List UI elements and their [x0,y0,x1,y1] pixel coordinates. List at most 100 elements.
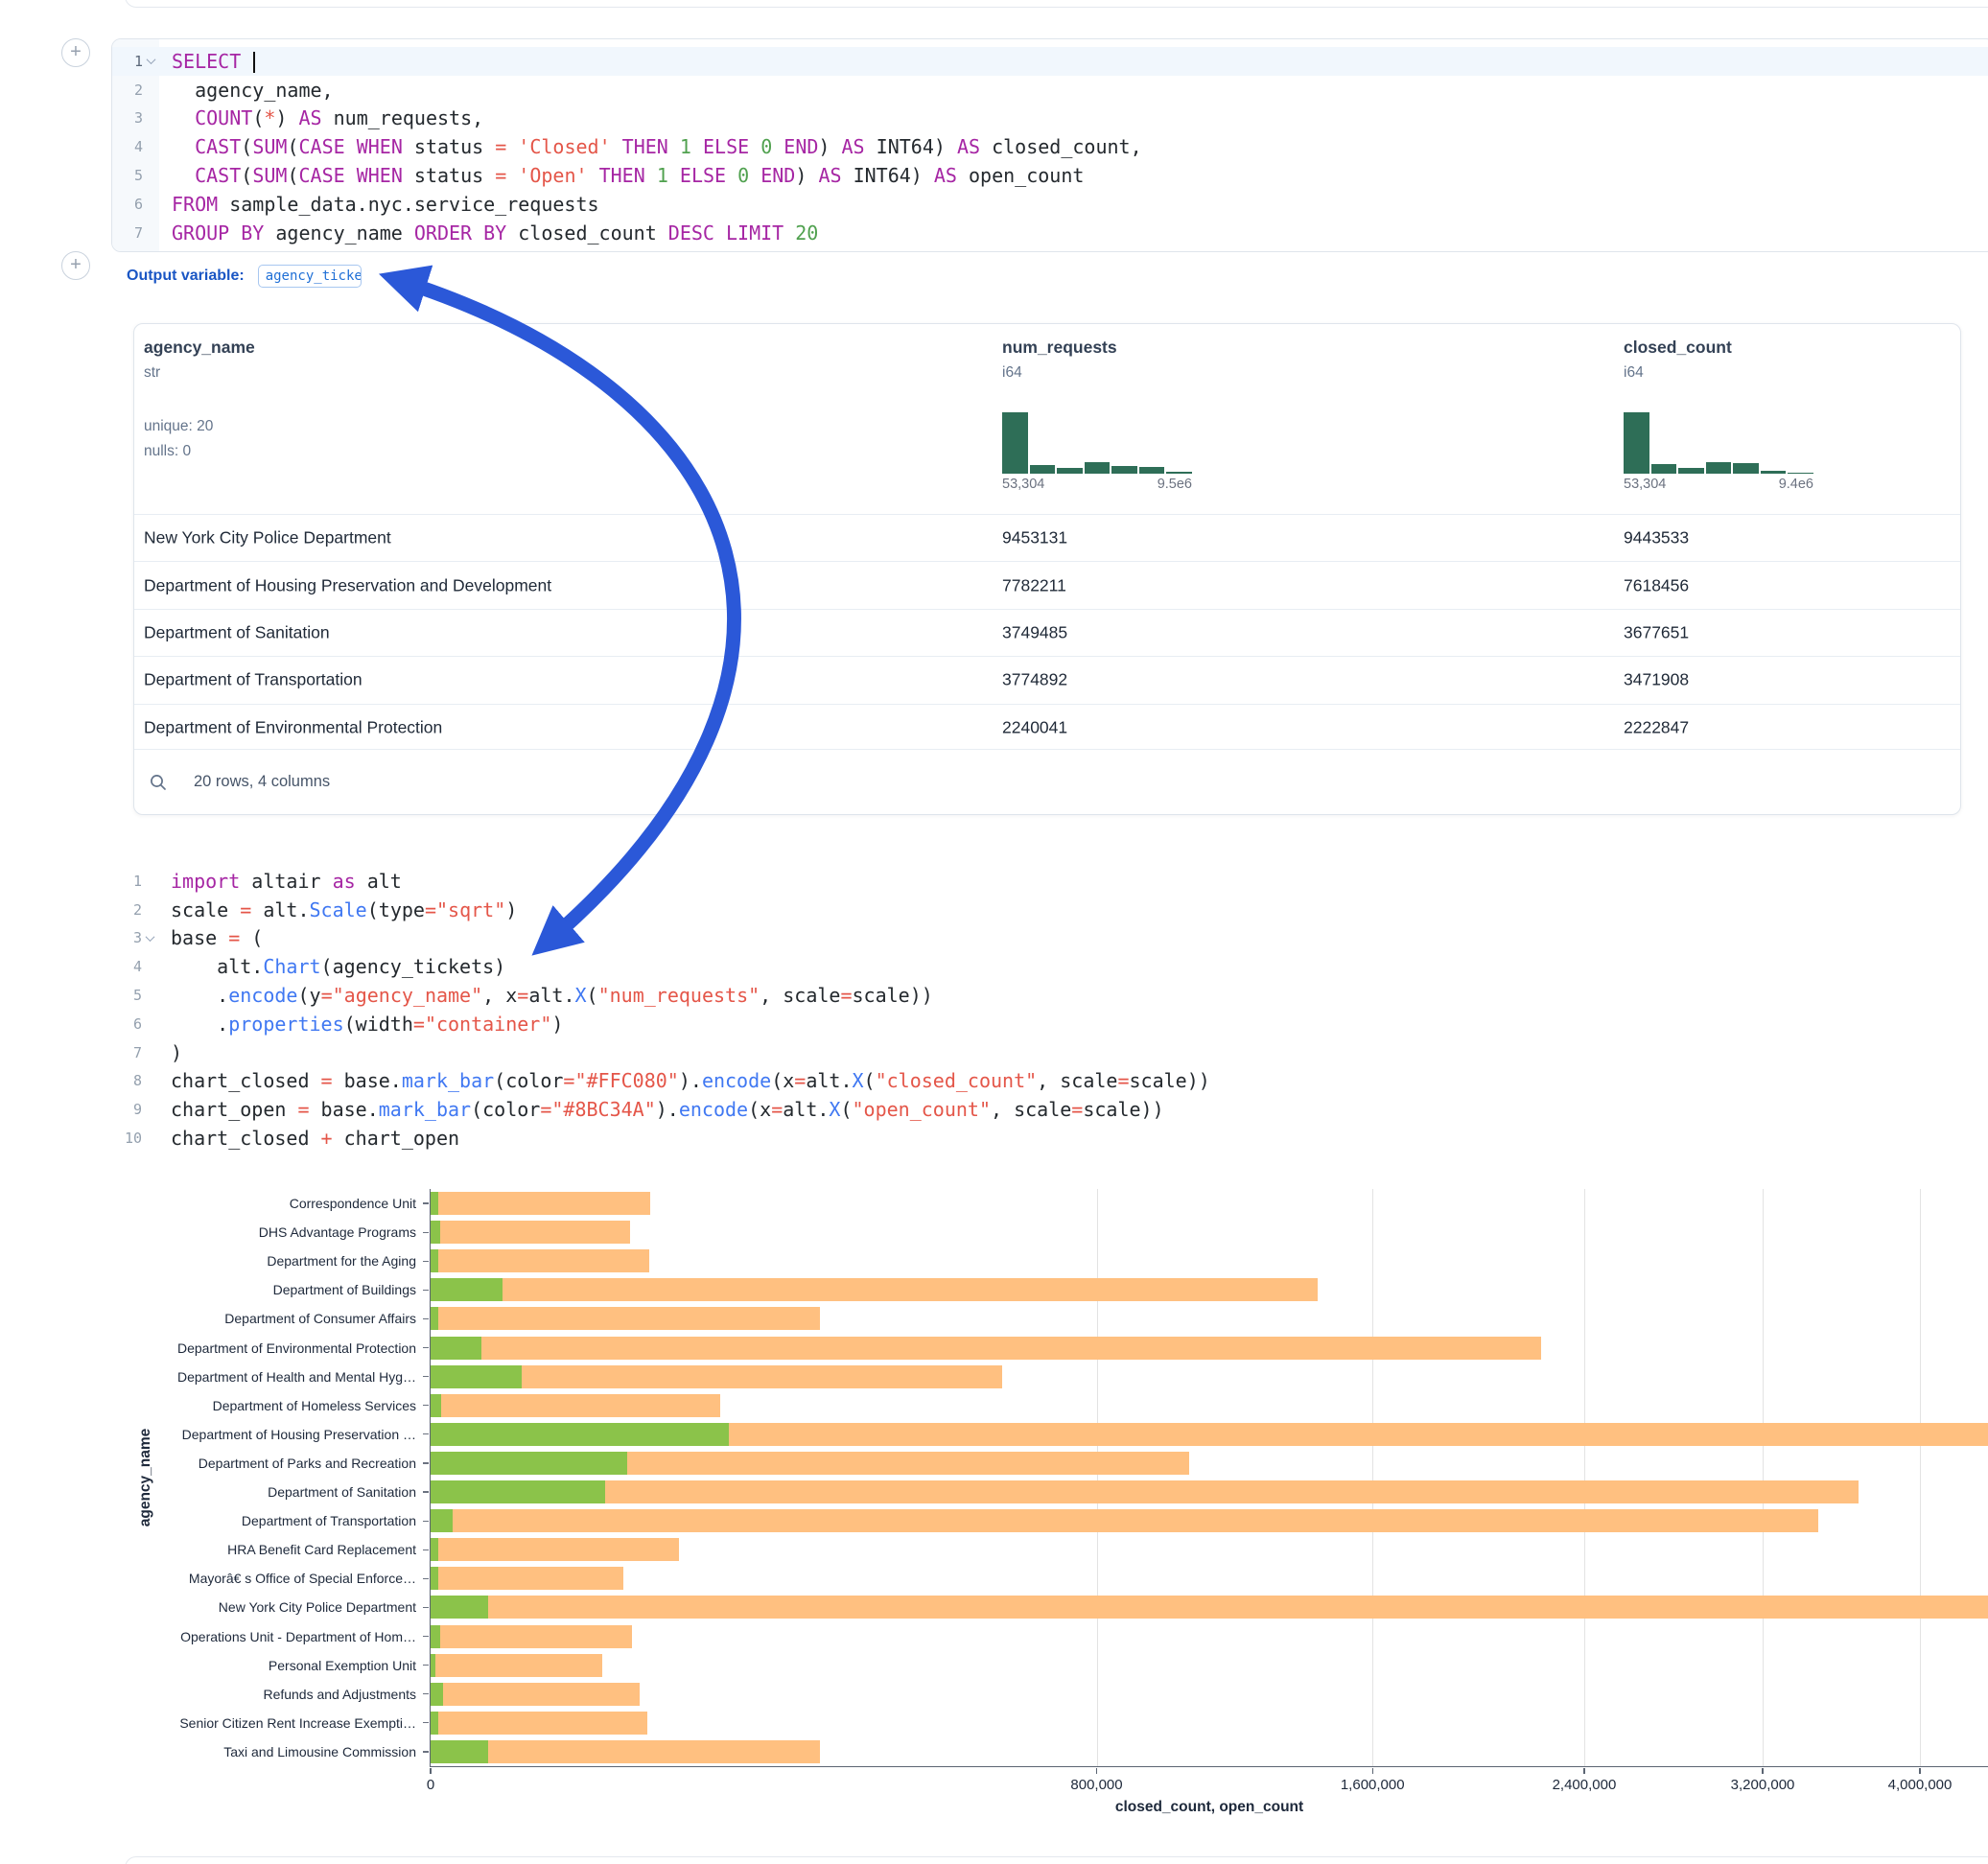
code-token: , scale [760,984,840,1007]
histogram-range: 53,304 9.5e6 [1002,477,1192,492]
code-line[interactable]: 7GROUP BY agency_name ORDER BY closed_co… [112,219,1988,247]
code-line[interactable]: 4 CAST(SUM(CASE WHEN status = 'Closed' T… [112,132,1988,161]
histogram-bar [1085,462,1111,474]
y-category-label: Department of Transportation [0,1506,416,1535]
bar-closed-count [431,1394,720,1417]
code-line[interactable]: 4 alt.Chart(agency_tickets) [111,952,1988,981]
code-token: alt. [171,955,263,978]
code-token: alt. [528,984,574,1007]
code-line[interactable]: 10chart_closed + chart_open [111,1124,1988,1153]
table-row[interactable]: Department of Housing Preservation and D… [134,561,1960,608]
column-type: str [144,364,255,382]
code-token: LIMIT [726,221,784,245]
code-line[interactable]: 6 FROM sample_data.nyc.service_requests [112,190,1988,219]
add-cell-button[interactable]: + [61,38,90,67]
code-text: alt.Chart(agency_tickets) [158,955,505,978]
bar-open-count [431,1683,443,1706]
x-axis-tick [1096,1768,1097,1774]
python-cell-editor[interactable]: 1import altair as alt2scale = alt.Scale(… [111,859,1988,1160]
code-token: 'Closed' [518,135,610,158]
code-line[interactable]: 9chart_open = base.mark_bar(color="#8BC3… [111,1095,1988,1124]
code-token: X [575,984,587,1007]
gridline [1920,1189,1921,1766]
fold-toggle[interactable] [143,58,159,64]
add-cell-button[interactable]: + [61,251,90,280]
line-number: 2 [111,901,142,919]
bar-closed-count [431,1307,820,1330]
chart-plot [431,1189,1988,1766]
bar-open-count [431,1480,605,1503]
y-axis-tick [423,1405,429,1406]
code-line[interactable]: 8chart_closed = base.mark_bar(color="#FF… [111,1067,1988,1096]
histogram-bar [1057,468,1083,474]
code-token: closed_count, [980,135,1142,158]
column-type: i64 [1624,364,1732,382]
y-category-label: Department of Consumer Affairs [0,1304,416,1333]
code-token: GROUP BY [172,221,264,245]
code-token: ( [587,984,598,1007]
code-token: END [760,164,795,187]
chevron-down-icon [146,932,155,942]
code-token: ) [505,898,517,921]
code-text: COUNT(*) AS num_requests, [159,106,483,129]
x-tick-label: 1,600,000 [1341,1777,1405,1793]
code-line[interactable]: 3base = ( [111,924,1988,953]
code-token: sample_data.nyc.service_requests [218,193,598,216]
bar-open-count [431,1365,522,1388]
code-text: agency_name, [159,79,334,102]
x-tick-label: 800,000 [1070,1777,1122,1793]
bar-open-count [431,1538,438,1561]
code-line[interactable]: 2scale = alt.Scale(type="sqrt") [111,896,1988,924]
code-token: altair [240,870,332,893]
table-row[interactable]: Department of Transportation377489234719… [134,656,1960,703]
code-token: (color [494,1069,563,1092]
code-line[interactable]: 3 COUNT(*) AS num_requests, [112,105,1988,133]
sql-cell-editor[interactable]: 1SELECT 2 agency_name,3 COUNT(*) AS num_… [111,38,1988,252]
line-number: 6 [112,196,143,213]
y-category-label: Operations Unit - Department of Hom… [0,1622,416,1651]
code-token: = [321,1069,333,1092]
code-line[interactable]: 6 .properties(width="container") [111,1010,1988,1038]
code-token: chart_open [333,1127,459,1150]
table-row[interactable]: New York City Police Department945313194… [134,514,1960,561]
code-token [668,135,680,158]
table-cell: 7618456 [1624,575,1689,595]
code-token: chart_closed [171,1127,321,1150]
code-line[interactable]: 1import altair as alt [111,867,1988,896]
code-line[interactable]: 1SELECT [112,47,1988,76]
code-line[interactable]: 5 CAST(SUM(CASE WHEN status = 'Open' THE… [112,161,1988,190]
code-line[interactable]: 5 .encode(y="agency_name", x=alt.X("num_… [111,981,1988,1010]
output-variable-chip[interactable]: agency_tickets [258,265,362,288]
fold-toggle[interactable] [142,935,158,942]
table-row[interactable]: Department of Environmental Protection22… [134,704,1960,751]
code-text: FROM sample_data.nyc.service_requests [159,193,599,216]
code-token: "sqrt" [436,898,505,921]
histogram-bar [1733,463,1759,474]
code-token: , x [482,984,517,1007]
code-token: ( [287,135,298,158]
bar-closed-count [431,1654,602,1677]
y-axis-tick [423,1578,429,1579]
search-icon[interactable] [150,774,167,791]
code-line[interactable]: 2 agency_name, [112,76,1988,105]
line-number: 1 [112,53,143,70]
code-token: ). [656,1098,679,1121]
column-name: num_requests [1002,338,1117,358]
code-token: AS [818,164,841,187]
code-token [172,135,195,158]
bar-open-count [431,1712,438,1735]
x-axis-tick [1762,1768,1763,1774]
code-token: CAST [195,135,241,158]
code-text: .encode(y="agency_name", x=alt.X("num_re… [158,984,933,1007]
table-header: agency_name str unique: 20 nulls: 0 num_… [134,324,1960,514]
y-axis-tick [423,1261,429,1262]
y-axis-tick [423,1693,429,1694]
table-cell: 3774892 [1002,670,1067,690]
bar-open-count [431,1307,438,1330]
bar-open-count [431,1249,438,1272]
code-line[interactable]: 7) [111,1038,1988,1067]
table-row[interactable]: Department of Sanitation37494853677651 [134,609,1960,656]
bar-closed-count [431,1596,1988,1619]
y-axis-tick [423,1751,429,1752]
table-footer: 20 rows, 4 columns [134,749,1960,814]
